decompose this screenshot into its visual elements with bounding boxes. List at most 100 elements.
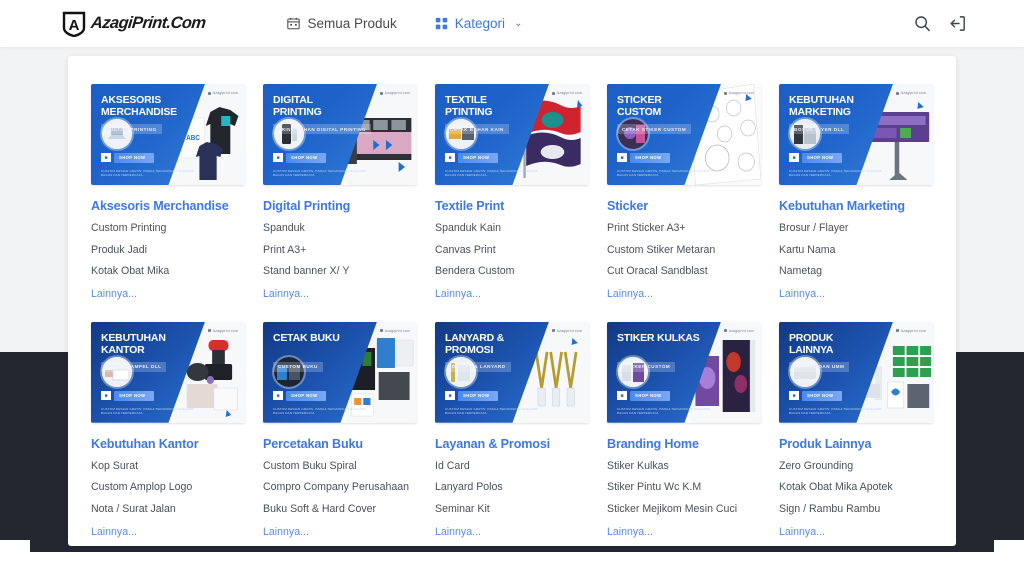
category-card[interactable]: DIGITAL PRINTING PRINT BAHAN DIGITAL PRI… bbox=[254, 84, 426, 300]
page-root: A AzagiPrint.Com Semua Produk bbox=[0, 0, 1024, 572]
category-banner[interactable]: KEBUTUHAN KANTOR NOTA, STAMPEL DLL ■ SHO… bbox=[91, 322, 245, 423]
category-banner[interactable]: STIKER KULKAS STICKER CUSTOM ■ SHOP NOW … bbox=[607, 322, 761, 423]
category-banner[interactable]: STICKER CUSTOM CETAK STIKER CUSTOM ■ SHO… bbox=[607, 84, 761, 185]
list-item[interactable]: Zero Grounding bbox=[779, 461, 933, 472]
category-title[interactable]: Aksesoris Merchandise bbox=[91, 199, 245, 213]
banner-subtitle: STICKER CUSTOM bbox=[617, 362, 675, 372]
nav-item-semua-produk[interactable]: Semua Produk bbox=[287, 16, 396, 31]
category-more-link[interactable]: Lainnya... bbox=[779, 526, 933, 538]
category-banner[interactable]: LANYARD & PROMOSI ID CARD & LANYARD ■ SH… bbox=[435, 322, 589, 423]
category-card[interactable]: PRODUK LAINNYA CUSTOM DAN UMM ■ SHOP NOW… bbox=[770, 322, 942, 538]
category-more-link[interactable]: Lainnya... bbox=[91, 288, 245, 300]
list-item[interactable]: Kop Surat bbox=[91, 461, 245, 472]
list-item[interactable]: Custom Printing bbox=[91, 223, 245, 234]
banner-subtitle: BOSUR FLYER DLL bbox=[789, 124, 849, 134]
list-item[interactable]: Buku Soft & Hard Cover bbox=[263, 504, 417, 515]
list-item[interactable]: Stiker Pintu Wc K.M bbox=[607, 482, 761, 493]
category-more-link[interactable]: Lainnya... bbox=[607, 526, 761, 538]
list-item[interactable]: Sticker Mejikom Mesin Cuci bbox=[607, 504, 761, 515]
list-item[interactable]: Kotak Obat Mika Apotek bbox=[779, 482, 933, 493]
list-item[interactable]: Stand banner X/ Y bbox=[263, 266, 417, 277]
category-title[interactable]: Layanan & Promosi bbox=[435, 437, 589, 451]
banner-shop-now-button[interactable]: ■ SHOP NOW bbox=[789, 153, 842, 163]
category-title[interactable]: Digital Printing bbox=[263, 199, 417, 213]
category-banner[interactable]: TEXTILE PTINTING CETAK BAHAN KAIN ■ SHOP… bbox=[435, 84, 589, 185]
list-item[interactable]: Print A3+ bbox=[263, 245, 417, 256]
watermark-text: Azagiprint.com bbox=[901, 329, 926, 333]
category-more-link[interactable]: Lainnya... bbox=[91, 526, 245, 538]
category-item-list: Custom Printing Produk Jadi Kotak Obat M… bbox=[91, 223, 245, 277]
list-item[interactable]: Bendera Custom bbox=[435, 266, 589, 277]
category-more-link[interactable]: Lainnya... bbox=[435, 288, 589, 300]
list-item[interactable]: Nametag bbox=[779, 266, 933, 277]
category-card[interactable]: CETAK BUKU CUSTOM BUKU ■ SHOP NOW CUSTOM… bbox=[254, 322, 426, 538]
nav-item-kategori[interactable]: Kategori ⌄ bbox=[435, 16, 523, 31]
list-item[interactable]: Brosur / Flayer bbox=[779, 223, 933, 234]
banner-shop-now-button[interactable]: ■ SHOP NOW bbox=[617, 153, 670, 163]
category-banner[interactable]: PRODUK LAINNYA CUSTOM DAN UMM ■ SHOP NOW… bbox=[779, 322, 933, 423]
banner-shop-now-button[interactable]: ■ SHOP NOW bbox=[789, 391, 842, 401]
list-item[interactable]: Sign / Rambu Rambu bbox=[779, 504, 933, 515]
list-item[interactable]: Cut Oracal Sandblast bbox=[607, 266, 761, 277]
watermark-text: Azagiprint.com bbox=[901, 91, 926, 95]
list-item[interactable]: Seminar Kit bbox=[435, 504, 589, 515]
cart-icon: ■ bbox=[789, 391, 799, 400]
banner-button-label: SHOP NOW bbox=[458, 391, 498, 401]
banner-shop-now-button[interactable]: ■ SHOP NOW bbox=[445, 153, 498, 163]
category-title[interactable]: Sticker bbox=[607, 199, 761, 213]
category-title[interactable]: Kebutuhan Marketing bbox=[779, 199, 933, 213]
list-item[interactable]: Stiker Kulkas bbox=[607, 461, 761, 472]
category-card[interactable]: STIKER KULKAS STICKER CUSTOM ■ SHOP NOW … bbox=[598, 322, 770, 538]
banner-shop-now-button[interactable]: ■ SHOP NOW bbox=[617, 391, 670, 401]
grid-squares-icon bbox=[435, 17, 448, 30]
list-item[interactable]: Compro Company Perusahaan bbox=[263, 482, 417, 493]
banner-shop-now-button[interactable]: ■ SHOP NOW bbox=[445, 391, 498, 401]
brand-logo[interactable]: A AzagiPrint.Com bbox=[62, 11, 205, 37]
category-more-link[interactable]: Lainnya... bbox=[263, 288, 417, 300]
category-title[interactable]: Produk Lainnya bbox=[779, 437, 933, 451]
category-card[interactable]: KEBUTUHAN MARKETING BOSUR FLYER DLL ■ SH… bbox=[770, 84, 942, 300]
login-icon[interactable] bbox=[949, 15, 966, 32]
list-item[interactable]: Custom Amplop Logo bbox=[91, 482, 245, 493]
list-item[interactable]: Kartu Nama bbox=[779, 245, 933, 256]
banner-watermark: Azagiprint.com bbox=[208, 329, 238, 333]
category-card[interactable]: STICKER CUSTOM CETAK STIKER CUSTOM ■ SHO… bbox=[598, 84, 770, 300]
list-item[interactable]: Custom Stiker Metaran bbox=[607, 245, 761, 256]
list-item[interactable]: Spanduk bbox=[263, 223, 417, 234]
list-item[interactable]: Lanyard Polos bbox=[435, 482, 589, 493]
category-card[interactable]: KEBUTUHAN KANTOR NOTA, STAMPEL DLL ■ SHO… bbox=[82, 322, 254, 538]
banner-shop-now-button[interactable]: ■ SHOP NOW bbox=[273, 391, 326, 401]
category-more-link[interactable]: Lainnya... bbox=[263, 526, 417, 538]
category-title[interactable]: Textile Print bbox=[435, 199, 589, 213]
list-item[interactable]: Canvas Print bbox=[435, 245, 589, 256]
category-banner[interactable]: ABC AKSESORIS MERCHANDISE CUSTOM PRINTIN… bbox=[91, 84, 245, 185]
category-more-link[interactable]: Lainnya... bbox=[607, 288, 761, 300]
category-more-link[interactable]: Lainnya... bbox=[779, 288, 933, 300]
banner-subtitle: NOTA, STAMPEL DLL bbox=[101, 362, 166, 372]
list-item[interactable]: Kotak Obat Mika bbox=[91, 266, 245, 277]
category-card[interactable]: ABC AKSESORIS MERCHANDISE CUSTOM PRINTIN… bbox=[82, 84, 254, 300]
cart-icon: ■ bbox=[617, 391, 627, 400]
search-icon[interactable] bbox=[914, 15, 931, 32]
category-title[interactable]: Kebutuhan Kantor bbox=[91, 437, 245, 451]
list-item[interactable]: Spanduk Kain bbox=[435, 223, 589, 234]
category-title[interactable]: Branding Home bbox=[607, 437, 761, 451]
category-title[interactable]: Percetakan Buku bbox=[263, 437, 417, 451]
banner-watermark: Azagiprint.com bbox=[208, 91, 238, 95]
banner-shop-now-button[interactable]: ■ SHOP NOW bbox=[101, 153, 154, 163]
category-banner[interactable]: DIGITAL PRINTING PRINT BAHAN DIGITAL PRI… bbox=[263, 84, 417, 185]
category-card[interactable]: LANYARD & PROMOSI ID CARD & LANYARD ■ SH… bbox=[426, 322, 598, 538]
list-item[interactable]: Print Sticker A3+ bbox=[607, 223, 761, 234]
category-banner[interactable]: CETAK BUKU CUSTOM BUKU ■ SHOP NOW CUSTOM… bbox=[263, 322, 417, 423]
list-item[interactable]: Nota / Surat Jalan bbox=[91, 504, 245, 515]
banner-shop-now-button[interactable]: ■ SHOP NOW bbox=[101, 391, 154, 401]
main-nav: Semua Produk Kategori ⌄ bbox=[287, 16, 522, 31]
category-card[interactable]: TEXTILE PTINTING CETAK BAHAN KAIN ■ SHOP… bbox=[426, 84, 598, 300]
category-banner[interactable]: KEBUTUHAN MARKETING BOSUR FLYER DLL ■ SH… bbox=[779, 84, 933, 185]
list-item[interactable]: Id Card bbox=[435, 461, 589, 472]
brand-name: AzagiPrint.Com bbox=[90, 14, 206, 33]
list-item[interactable]: Produk Jadi bbox=[91, 245, 245, 256]
banner-shop-now-button[interactable]: ■ SHOP NOW bbox=[273, 153, 326, 163]
category-more-link[interactable]: Lainnya... bbox=[435, 526, 589, 538]
list-item[interactable]: Custom Buku Spiral bbox=[263, 461, 417, 472]
